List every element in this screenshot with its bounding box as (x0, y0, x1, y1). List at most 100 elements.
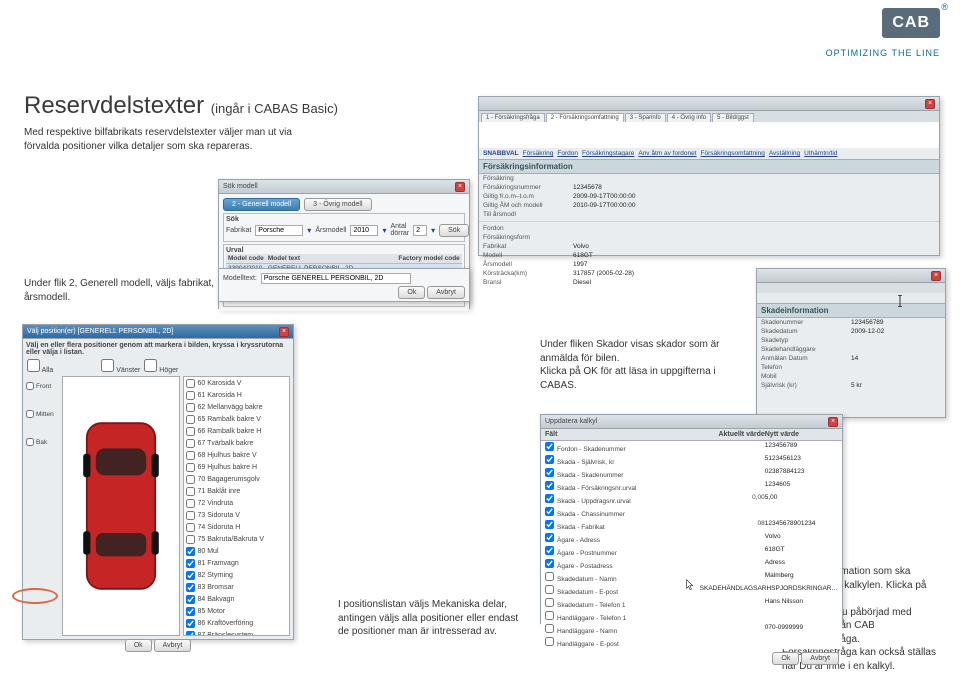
update-row[interactable]: Skada - Försäkringsnr.urval1234605 (541, 480, 842, 493)
close-icon[interactable]: × (279, 327, 289, 337)
list-item[interactable]: 86 Kraftöverföring (184, 617, 290, 629)
main-tab[interactable]: 2 - Försäkringsomfattning (546, 113, 624, 122)
main-tab[interactable]: 4 - Övrig info (667, 113, 711, 122)
position-checkbox[interactable] (186, 499, 195, 508)
position-checkbox[interactable] (186, 619, 195, 628)
list-item[interactable]: 85 Motor (184, 605, 290, 617)
dropdown-icon[interactable]: ▾ (307, 226, 311, 235)
snabbval-link[interactable]: Försäkringstagare (582, 150, 634, 157)
snabbval-link[interactable]: Försäkringsomfattning (701, 150, 765, 157)
row-checkbox[interactable] (545, 572, 554, 581)
zone-checkbox[interactable] (26, 410, 34, 418)
update-row[interactable]: Skada - Uppdragsnr.urval0,005,00 (541, 493, 842, 506)
zone-checkbox[interactable] (26, 382, 34, 390)
dropdown-icon[interactable]: ▾ (382, 226, 386, 235)
update-row[interactable]: Ägare - AdressVolvo (541, 532, 842, 545)
update-row[interactable]: Skadedatum - Telefon 1Hans Nilsson (541, 597, 842, 610)
row-checkbox[interactable] (545, 455, 554, 464)
main-tab[interactable]: 3 - Sparinfo (625, 113, 666, 122)
dorrar-input[interactable] (413, 225, 427, 236)
list-item[interactable]: 66 Rambalk bakre H (184, 425, 290, 437)
update-row[interactable]: Skada - Chassinummer (541, 506, 842, 519)
snabbval-link[interactable]: Avställning (769, 150, 800, 157)
modelltext-field[interactable] (261, 273, 411, 284)
row-checkbox[interactable] (545, 442, 554, 451)
position-checkbox[interactable] (186, 607, 195, 616)
row-checkbox[interactable] (545, 481, 554, 490)
close-icon[interactable]: × (828, 417, 838, 427)
position-checkbox[interactable] (186, 547, 195, 556)
arsmodell-input[interactable] (350, 225, 378, 236)
update-row[interactable]: Skada - Fabrikat0812345678901234 (541, 519, 842, 532)
list-item[interactable]: 62 Mellanvägg bakre (184, 401, 290, 413)
row-checkbox[interactable] (545, 507, 554, 516)
list-item[interactable]: 87 Bränslesystem (184, 629, 290, 636)
close-icon[interactable]: × (931, 271, 941, 281)
position-checkbox[interactable] (186, 523, 195, 532)
snabbval-link[interactable]: Försäkring (523, 150, 554, 157)
close-icon[interactable]: × (925, 99, 935, 109)
ok-button[interactable]: Ok (125, 639, 152, 652)
row-checkbox[interactable] (545, 585, 554, 594)
avbryt-button[interactable]: Avbryt (801, 652, 839, 665)
list-item[interactable]: 74 Sidoruta H (184, 521, 290, 533)
list-item[interactable]: 65 Rambalk bakre V (184, 413, 290, 425)
position-checkbox[interactable] (186, 415, 195, 424)
update-row[interactable]: Handläggare - Namn070-0999999 (541, 623, 842, 636)
list-item[interactable]: 71 Baklåt inre (184, 485, 290, 497)
list-item[interactable]: 72 Vindruta (184, 497, 290, 509)
vanster-checkbox[interactable] (101, 359, 114, 372)
position-checkbox[interactable] (186, 631, 195, 637)
list-item[interactable]: 67 Tvärbalk bakre (184, 437, 290, 449)
position-checkbox[interactable] (186, 439, 195, 448)
avbryt-button[interactable]: Avbryt (427, 286, 465, 299)
alla-checkbox[interactable] (27, 359, 40, 372)
update-row[interactable]: Ägare - Postnummer618GT (541, 545, 842, 558)
row-checkbox[interactable] (545, 494, 554, 503)
list-item[interactable]: 70 Bagagerumsgolv (184, 473, 290, 485)
list-item[interactable]: 84 Bakvagn (184, 593, 290, 605)
position-checkbox[interactable] (186, 403, 195, 412)
ok-button[interactable]: Ok (398, 286, 425, 299)
row-checkbox[interactable] (545, 533, 554, 542)
row-checkbox[interactable] (545, 598, 554, 607)
fabrikat-input[interactable] (255, 225, 303, 236)
list-item[interactable]: 60 Karosida V (184, 377, 290, 389)
position-checkbox[interactable] (186, 535, 195, 544)
position-checkbox[interactable] (186, 451, 195, 460)
list-item[interactable]: 75 Bakruta/Bakruta V (184, 533, 290, 545)
list-item[interactable]: 61 Karosida H (184, 389, 290, 401)
snabbval-link[interactable]: Anv åtm av fordonet (638, 150, 696, 157)
list-item[interactable]: 73 Sidoruta V (184, 509, 290, 521)
position-checkbox[interactable] (186, 487, 195, 496)
dropdown-icon[interactable]: ▾ (431, 226, 435, 235)
main-tab[interactable]: 5 - Bild/ggst (712, 113, 754, 122)
position-checkbox[interactable] (186, 463, 195, 472)
position-list[interactable]: 60 Karosida V61 Karosida H62 Mellanvägg … (183, 376, 291, 636)
row-checkbox[interactable] (545, 468, 554, 477)
list-item[interactable]: 68 Hjulhus bakre V (184, 449, 290, 461)
list-item[interactable]: 81 Framvagn (184, 557, 290, 569)
update-row[interactable]: Handläggare - Telefon 1 (541, 610, 842, 623)
tab-ovrig-modell[interactable]: 3 - Övrig modell (304, 198, 371, 211)
position-checkbox[interactable] (186, 595, 195, 604)
update-row[interactable]: Fordon - Skadenummer123456789 (541, 441, 842, 454)
snabbval-link[interactable]: Fordon (557, 150, 578, 157)
row-checkbox[interactable] (545, 637, 554, 646)
list-item[interactable]: 69 Hjulhus bakre H (184, 461, 290, 473)
list-item[interactable]: 80 Mul (184, 545, 290, 557)
update-row[interactable]: Ägare - PostadressAdress (541, 558, 842, 571)
avbryt-button[interactable]: Avbryt (154, 639, 192, 652)
tab-generell-modell[interactable]: 2 - Generell modell (223, 198, 300, 211)
sok-button[interactable]: Sök (439, 224, 469, 237)
position-checkbox[interactable] (186, 427, 195, 436)
position-checkbox[interactable] (186, 559, 195, 568)
position-checkbox[interactable] (186, 379, 195, 388)
update-row[interactable]: Skada - Skadenummer02387884123 (541, 467, 842, 480)
position-checkbox[interactable] (186, 475, 195, 484)
update-row[interactable]: Handläggare - E-post (541, 636, 842, 649)
zone-checkbox[interactable] (26, 438, 34, 446)
ok-button[interactable]: Ok (772, 652, 799, 665)
main-tab[interactable]: 1 - Försäkringsfråga (481, 113, 545, 122)
row-checkbox[interactable] (545, 546, 554, 555)
